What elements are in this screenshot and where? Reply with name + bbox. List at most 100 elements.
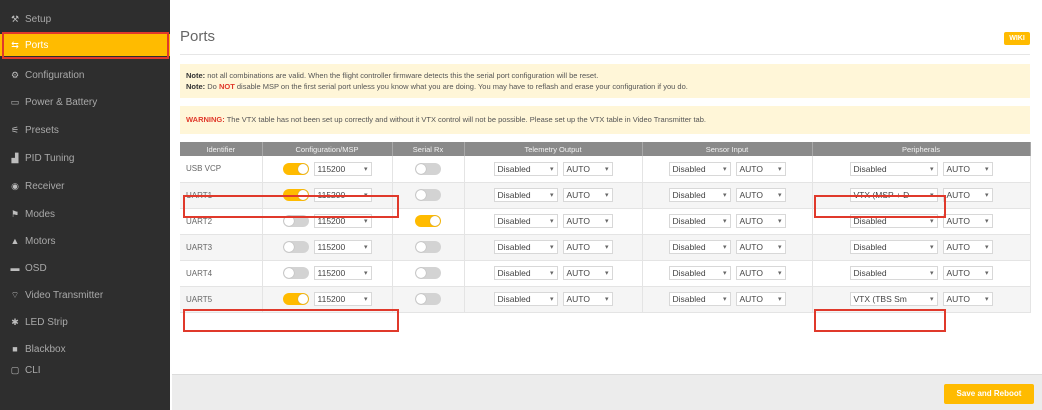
serial-rx-toggle[interactable] [415, 267, 441, 279]
telemetry-baud-select[interactable]: AUTO ▾ [562, 266, 613, 280]
sidebar-item-osd[interactable]: ▬ OSD [0, 257, 170, 279]
chevron-down-icon: ▾ [363, 218, 368, 225]
sidebar-item-motors[interactable]: ▲ Motors [0, 230, 170, 252]
column-header: Configuration/MSP [262, 142, 393, 156]
sidebar-item-power-battery[interactable]: ▭ Power & Battery [0, 91, 170, 113]
sensor-select[interactable]: Disabled ▾ [668, 240, 731, 254]
toggle-knob [297, 190, 308, 200]
telemetry-baud-select[interactable]: AUTO ▾ [562, 214, 613, 228]
serial-rx-toggle[interactable] [415, 189, 441, 201]
port-identifier: UART4 [180, 260, 263, 287]
msp-baud-select[interactable]: 115200 ▾ [313, 266, 372, 280]
sensor-baud-select[interactable]: AUTO ▾ [735, 292, 786, 306]
serial-rx-toggle[interactable] [415, 162, 441, 175]
msp-toggle[interactable] [282, 241, 309, 253]
msp-toggle[interactable] [282, 267, 309, 279]
peripherals-select[interactable]: Disabled ▾ [849, 161, 938, 176]
serial-rx-cell [392, 208, 465, 235]
sensor-baud-select[interactable]: AUTO ▾ [735, 161, 786, 176]
save-and-reboot-button[interactable]: Save and Reboot [944, 384, 1034, 404]
column-header: Identifier [180, 142, 263, 156]
peripherals-cell: Disabled ▾ AUTO ▾ [812, 260, 1031, 287]
chevron-down-icon: ▾ [604, 244, 609, 251]
telemetry-select[interactable]: Disabled ▾ [493, 214, 558, 228]
chevron-down-icon: ▾ [549, 244, 554, 251]
telemetry-baud-select[interactable]: AUTO ▾ [562, 292, 613, 306]
peripherals-baud-select[interactable]: AUTO ▾ [942, 266, 993, 280]
msp-cell: 115200 ▾ [262, 208, 393, 235]
chevron-down-icon: ▾ [604, 270, 609, 277]
msp-baud-select[interactable]: 115200 ▾ [313, 214, 372, 228]
receiver-icon: ◉ [11, 180, 19, 191]
peripherals-select[interactable]: Disabled ▾ [849, 266, 938, 280]
select-value: AUTO [739, 163, 763, 174]
sidebar-item-ports[interactable]: ⇆ Ports [0, 34, 170, 56]
sidebar-item-presets[interactable]: ⚟ Presets [0, 119, 170, 141]
msp-cell: 115200 ▾ [262, 286, 393, 313]
msp-toggle[interactable] [282, 215, 309, 227]
sensor-baud-select[interactable]: AUTO ▾ [735, 266, 786, 280]
serial-rx-cell [392, 286, 465, 313]
telemetry-select[interactable]: Disabled ▾ [493, 161, 558, 176]
peripherals-baud-select[interactable]: AUTO ▾ [942, 214, 993, 228]
select-value: VTX (MSP + D [853, 190, 910, 200]
sidebar-item-configuration[interactable]: ⚙ Configuration [0, 64, 170, 86]
chevron-down-icon: ▾ [722, 218, 727, 225]
msp-baud-select[interactable]: 115200 ▾ [313, 240, 372, 254]
msp-baud-select[interactable]: 115200 ▾ [313, 161, 372, 176]
chevron-down-icon: ▾ [722, 165, 727, 173]
serial-rx-toggle[interactable] [415, 293, 441, 305]
sidebar-item-led-strip[interactable]: ✱ LED Strip [0, 311, 170, 333]
sensor-select[interactable]: Disabled ▾ [668, 188, 731, 202]
msp-baud-select[interactable]: 115200 ▾ [313, 188, 372, 202]
sidebar-item-blackbox[interactable]: ■ Blackbox [0, 338, 170, 360]
wiki-button[interactable]: WIKI [1004, 32, 1030, 45]
sensor-baud-select[interactable]: AUTO ▾ [735, 240, 786, 254]
peripherals-baud-select[interactable]: AUTO ▾ [942, 292, 993, 306]
telemetry-baud-select[interactable]: AUTO ▾ [562, 188, 613, 202]
telemetry-select[interactable]: Disabled ▾ [493, 266, 558, 280]
msp-baud-select[interactable]: 115200 ▾ [313, 292, 372, 306]
sensor-select[interactable]: Disabled ▾ [668, 266, 731, 280]
select-value: AUTO [566, 190, 590, 200]
select-value: 115200 [317, 190, 346, 200]
serial-rx-toggle[interactable] [415, 241, 441, 253]
sensor-select[interactable]: Disabled ▾ [668, 214, 731, 228]
msp-toggle[interactable] [282, 162, 309, 175]
toggle-knob [283, 242, 294, 252]
table-row: UART4 115200 ▾ Disabled ▾ AUTO ▾ Disabled ▾ … [180, 260, 1031, 287]
peripherals-baud-select[interactable]: AUTO ▾ [942, 240, 993, 254]
sensor-select[interactable]: Disabled ▾ [668, 161, 731, 176]
warning-text: The VTX table has not been set up correc… [224, 115, 706, 124]
msp-toggle[interactable] [282, 293, 309, 305]
serial-rx-toggle[interactable] [415, 215, 441, 227]
sidebar-item-modes[interactable]: ⚑ Modes [0, 203, 170, 225]
peripherals-select[interactable]: Disabled ▾ [849, 214, 938, 228]
sensor-baud-select[interactable]: AUTO ▾ [735, 188, 786, 202]
peripherals-select[interactable]: VTX (MSP + D ▾ [849, 188, 938, 202]
telemetry-select[interactable]: Disabled ▾ [493, 240, 558, 254]
sidebar-item-cli[interactable]: ▢ CLI [0, 359, 170, 381]
sidebar-item-video-transmitter[interactable]: ⌔ Video Transmitter [0, 284, 170, 306]
peripherals-select[interactable]: Disabled ▾ [849, 240, 938, 254]
chevron-down-icon: ▾ [549, 218, 554, 225]
sidebar-item-receiver[interactable]: ◉ Receiver [0, 175, 170, 197]
msp-toggle[interactable] [282, 189, 309, 201]
sidebar-item-setup[interactable]: ⚒ Setup [0, 8, 170, 30]
telemetry-baud-select[interactable]: AUTO ▾ [562, 240, 613, 254]
telemetry-select[interactable]: Disabled ▾ [493, 188, 558, 202]
telemetry-cell: Disabled ▾ AUTO ▾ [464, 182, 643, 209]
column-header: Sensor Input [642, 142, 813, 156]
toggle-knob [283, 216, 294, 226]
select-value: AUTO [946, 294, 970, 304]
sidebar-item-pid-tuning[interactable]: ▟ PID Tuning [0, 147, 170, 169]
peripherals-baud-select[interactable]: AUTO ▾ [942, 161, 993, 176]
telemetry-baud-select[interactable]: AUTO ▾ [562, 161, 613, 176]
peripherals-baud-select[interactable]: AUTO ▾ [942, 188, 993, 202]
sensor-select[interactable]: Disabled ▾ [668, 292, 731, 306]
sensor-baud-select[interactable]: AUTO ▾ [735, 214, 786, 228]
toggle-knob [430, 216, 440, 226]
peripherals-select[interactable]: VTX (TBS Sm ▾ [849, 292, 938, 306]
select-value: AUTO [946, 242, 970, 252]
telemetry-select[interactable]: Disabled ▾ [493, 292, 558, 306]
